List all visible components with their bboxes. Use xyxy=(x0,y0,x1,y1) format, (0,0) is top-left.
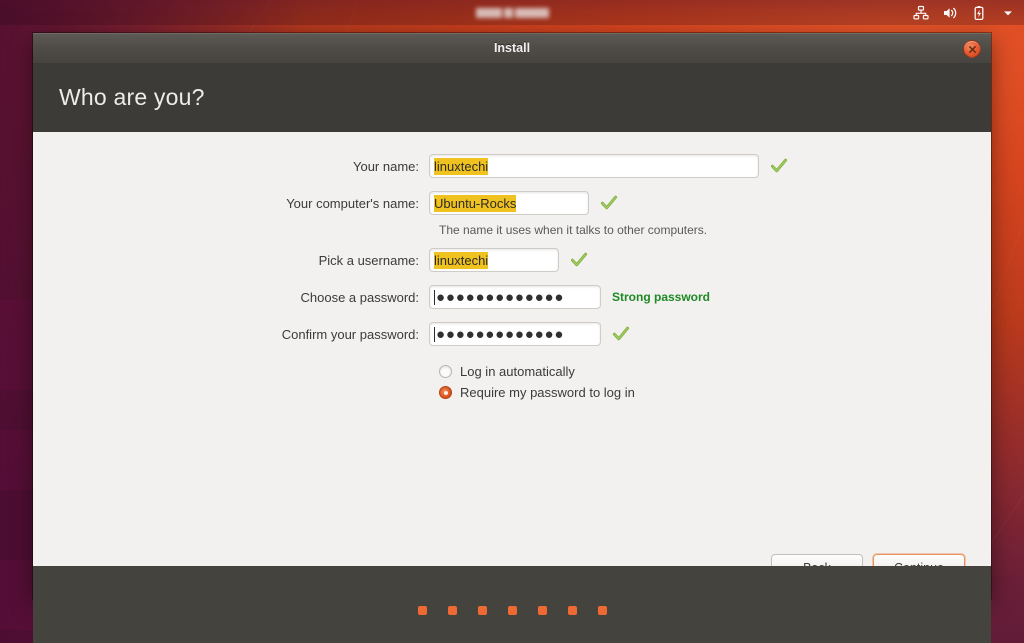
valid-check-icon xyxy=(770,157,788,175)
radio-button-icon[interactable] xyxy=(439,365,452,378)
user-setup-form: Your name: linuxtechi Your computer's name… xyxy=(33,151,991,403)
battery-charging-icon[interactable] xyxy=(970,4,987,21)
panel-title-redaction xyxy=(475,7,502,18)
text-caret xyxy=(434,289,435,305)
radio-option-auto-login[interactable]: Log in automatically xyxy=(429,364,575,379)
radio-row-selected: Require my password to log in xyxy=(33,382,991,403)
panel-title-redaction xyxy=(503,7,513,18)
content-area: Your name: linuxtechi Your computer's name… xyxy=(33,132,991,599)
top-panel xyxy=(0,0,1024,25)
field-row: Confirm your password: ●●●●●●●●●●●●● xyxy=(33,319,991,349)
progress-dots xyxy=(417,606,607,615)
text-input[interactable]: linuxtechi xyxy=(429,154,759,178)
field-label: Pick a username: xyxy=(318,252,419,268)
text-input[interactable]: ●●●●●●●●●●●●● xyxy=(429,322,601,346)
radio-label: Require my password to log in xyxy=(460,385,635,400)
panel-title-redaction xyxy=(514,7,549,18)
install-window: Install Who are you? Your name: linuxtech… xyxy=(33,33,991,599)
slideshow-footer xyxy=(33,566,991,643)
progress-dot[interactable] xyxy=(507,606,517,615)
progress-dot[interactable] xyxy=(567,606,577,615)
input-value: ●●●●●●●●●●●●● xyxy=(436,289,565,305)
radio-option-require-password[interactable]: Require my password to log in xyxy=(429,385,635,400)
volume-icon[interactable] xyxy=(941,4,958,21)
window-title: Install xyxy=(493,41,531,55)
hostname-hint: The name it uses when it talks to other … xyxy=(439,223,708,237)
field-row: Your computer's name: Ubuntu-Rocks xyxy=(33,188,991,218)
field-row: Your name: linuxtechi xyxy=(33,151,991,181)
field-label: Confirm your password: xyxy=(281,326,419,342)
window-titlebar[interactable]: Install xyxy=(33,33,991,63)
text-input[interactable]: ●●●●●●●●●●●●● xyxy=(429,285,601,309)
password-strength-label: Strong password xyxy=(612,290,711,304)
page-header: Who are you? xyxy=(33,63,991,132)
field-label: Your name: xyxy=(352,158,419,174)
progress-dot[interactable] xyxy=(417,606,427,615)
input-value: linuxtechi xyxy=(434,251,489,269)
progress-dot[interactable] xyxy=(447,606,457,615)
chevron-down-icon[interactable] xyxy=(999,4,1016,21)
progress-dot[interactable] xyxy=(597,606,607,615)
progress-dot[interactable] xyxy=(477,606,487,615)
field-label: Choose a password: xyxy=(300,289,419,305)
input-value: linuxtechi xyxy=(434,157,489,175)
input-value: ●●●●●●●●●●●●● xyxy=(436,326,565,342)
field-row: Pick a username: linuxtechi xyxy=(33,245,991,275)
hostname-hint-row: The name it uses when it talks to other … xyxy=(33,223,991,237)
field-label: Your computer's name: xyxy=(286,195,419,211)
radio-label: Log in automatically xyxy=(460,364,575,379)
progress-dot[interactable] xyxy=(537,606,547,615)
text-input[interactable]: Ubuntu-Rocks xyxy=(429,191,589,215)
page-title: Who are you? xyxy=(59,84,205,110)
valid-check-icon xyxy=(612,325,630,343)
text-caret xyxy=(434,326,435,342)
radio-row: Log in automatically xyxy=(33,361,991,382)
text-input[interactable]: linuxtechi xyxy=(429,248,559,272)
login-options-group: Log in automatically Require my password … xyxy=(33,361,991,403)
panel-window-title xyxy=(0,0,1024,25)
field-row: Choose a password: ●●●●●●●●●●●●● Strong pa… xyxy=(33,282,991,312)
valid-check-icon xyxy=(600,194,618,212)
radio-button-icon[interactable] xyxy=(439,386,452,399)
close-icon[interactable] xyxy=(963,40,981,58)
input-value: Ubuntu-Rocks xyxy=(434,194,517,212)
panel-indicators xyxy=(912,0,1016,25)
network-icon[interactable] xyxy=(912,4,929,21)
valid-check-icon xyxy=(570,251,588,269)
